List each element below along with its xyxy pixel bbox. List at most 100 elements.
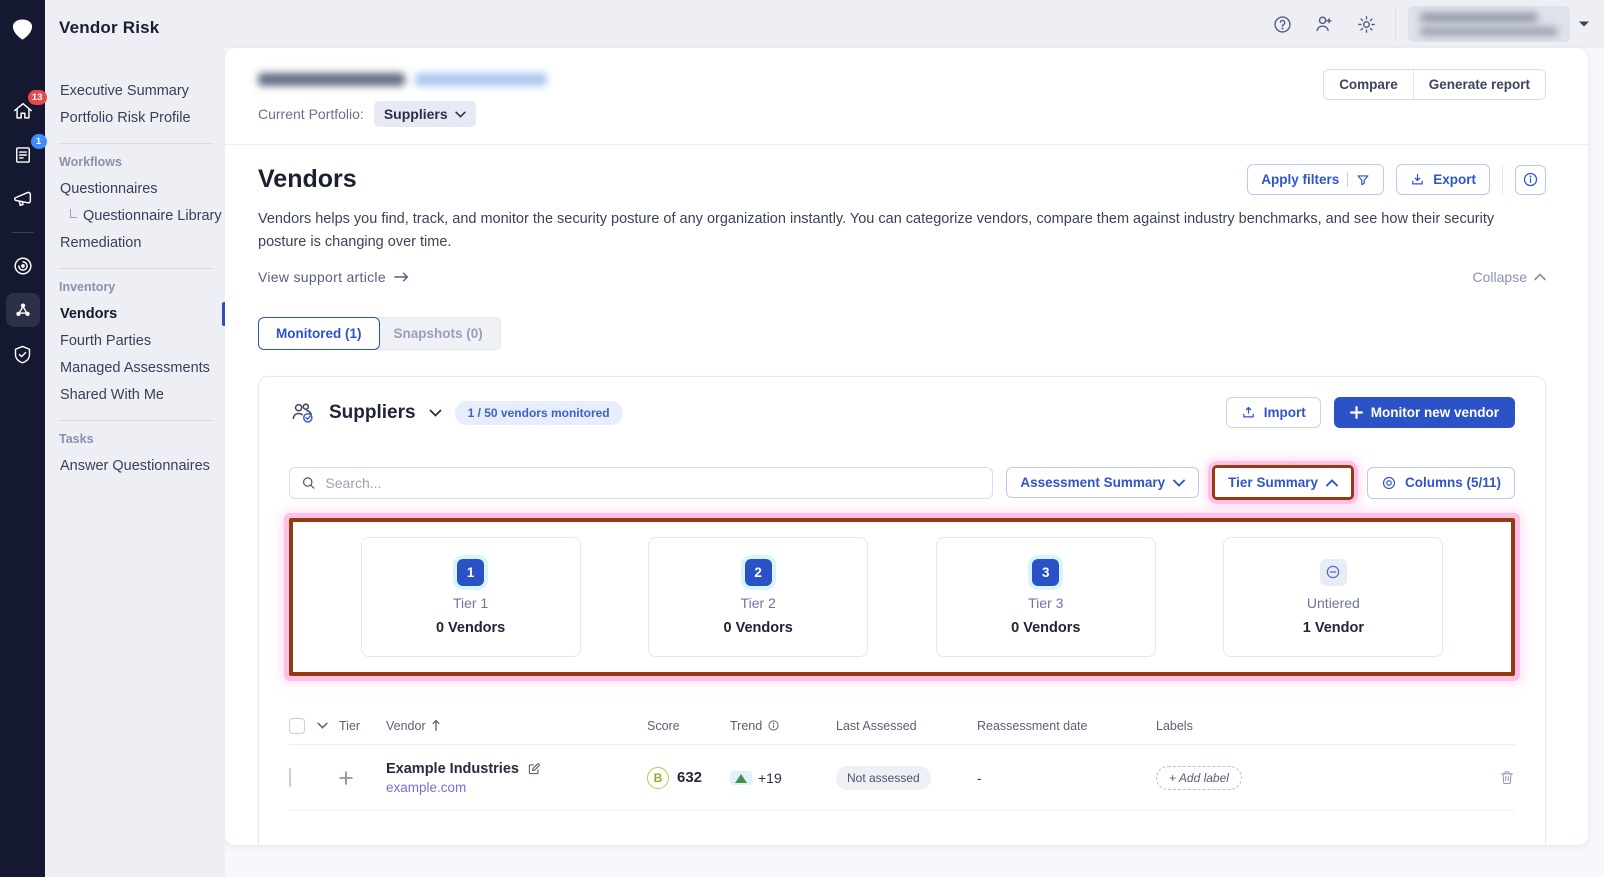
sidebar-heading-workflows: Workflows — [59, 155, 213, 169]
tier-summary-region: 1 Tier 1 0 Vendors 2 Tier 2 0 Vendors 3 … — [289, 518, 1515, 676]
account-menu[interactable] — [1408, 6, 1570, 42]
info-icon[interactable] — [1515, 165, 1546, 195]
score-value: 632 — [677, 769, 702, 786]
untiered-card[interactable]: Untiered 1 Vendor — [1223, 537, 1443, 657]
org-name-redacted — [258, 73, 405, 86]
column-header-vendor[interactable]: Vendor — [386, 719, 647, 733]
tier-2-badge: 2 — [745, 559, 772, 586]
help-icon[interactable] — [1267, 9, 1297, 39]
settings-gear-icon[interactable] — [1351, 9, 1381, 39]
chevron-down-icon — [455, 111, 466, 118]
monitor-new-vendor-button[interactable]: Monitor new vendor — [1334, 397, 1515, 428]
tab-monitored[interactable]: Monitored (1) — [258, 317, 380, 350]
sidebar-item-portfolio-risk-profile[interactable]: Portfolio Risk Profile — [59, 105, 213, 132]
import-button[interactable]: Import — [1226, 397, 1321, 428]
sidebar-item-questionnaire-library[interactable]: Questionnaire Library — [59, 203, 213, 230]
column-header-score[interactable]: Score — [647, 719, 730, 733]
sidebar-item-executive-summary[interactable]: Executive Summary — [59, 78, 213, 105]
untiered-label: Untiered — [1307, 595, 1360, 611]
home-badge: 13 — [28, 90, 47, 105]
trend-up-icon — [730, 771, 752, 785]
tier-summary-toggle[interactable]: Tier Summary — [1215, 468, 1351, 497]
tier-2-count: 0 Vendors — [724, 620, 793, 636]
vendor-name[interactable]: Example Industries — [386, 761, 519, 777]
chevron-down-icon[interactable] — [429, 409, 442, 417]
column-header-labels[interactable]: Labels — [1156, 719, 1475, 733]
column-header-tier[interactable]: Tier — [339, 719, 386, 733]
invite-user-icon[interactable] — [1309, 9, 1339, 39]
columns-button[interactable]: Columns (5/11) — [1367, 467, 1515, 499]
sidebar-divider — [59, 268, 213, 269]
search-icon — [301, 475, 316, 491]
add-tier-icon[interactable] — [339, 771, 386, 785]
tab-snapshots[interactable]: Snapshots (0) — [376, 317, 501, 350]
column-header-trend[interactable]: Trend — [730, 719, 836, 733]
search-input-container — [289, 467, 993, 499]
news-megaphone-icon[interactable] — [6, 182, 40, 216]
apply-filters-button[interactable]: Apply filters — [1247, 164, 1384, 195]
sidebar-item-vendors[interactable]: Vendors — [59, 301, 213, 328]
org-domain-link-redacted[interactable] — [415, 73, 547, 86]
vendor-risk-icon[interactable] — [6, 293, 40, 327]
expand-all-chevron-icon[interactable] — [317, 722, 339, 729]
account-caret-down-icon[interactable] — [1578, 15, 1590, 33]
sidebar-item-shared-with-me[interactable]: Shared With Me — [59, 382, 213, 409]
row-checkbox[interactable] — [289, 768, 291, 787]
delete-vendor-icon[interactable] — [1475, 769, 1515, 786]
account-name-redacted — [1420, 13, 1538, 22]
vendors-table: Tier Vendor Score Trend Last Assessed Re… — [289, 707, 1515, 811]
tier-3-label: Tier 3 — [1028, 595, 1063, 611]
assessment-summary-toggle[interactable]: Assessment Summary — [1006, 467, 1199, 498]
trend-value: +19 — [758, 770, 782, 786]
tier-1-card[interactable]: 1 Tier 1 0 Vendors — [361, 537, 581, 657]
tier-3-count: 0 Vendors — [1011, 620, 1080, 636]
download-icon — [1410, 172, 1425, 187]
upguard-logo-icon[interactable] — [11, 18, 34, 46]
topbar — [225, 0, 1604, 48]
column-header-reassessment-date[interactable]: Reassessment date — [977, 719, 1156, 733]
breach-risk-icon[interactable] — [6, 337, 40, 371]
export-button[interactable]: Export — [1396, 164, 1490, 195]
sidebar-divider — [59, 143, 213, 144]
columns-icon — [1381, 475, 1397, 491]
rail-divider — [12, 232, 34, 233]
home-icon[interactable]: 13 — [6, 94, 40, 128]
column-header-last-assessed[interactable]: Last Assessed — [836, 719, 977, 733]
page-description: Vendors helps you find, track, and monit… — [258, 208, 1543, 254]
filter-funnel-icon — [1356, 173, 1370, 187]
collapse-toggle[interactable]: Collapse — [1473, 269, 1546, 285]
annotation-highlight-box: Tier Summary — [1212, 465, 1354, 500]
sidebar-item-managed-assessments[interactable]: Managed Assessments — [59, 355, 213, 382]
plus-icon — [1350, 406, 1363, 419]
portfolio-people-icon — [289, 399, 316, 426]
search-input[interactable] — [325, 475, 981, 491]
info-icon — [767, 719, 780, 732]
page-title: Vendors — [258, 165, 357, 194]
tier-2-card[interactable]: 2 Tier 2 0 Vendors — [648, 537, 868, 657]
vendor-domain-link[interactable]: example.com — [386, 780, 647, 795]
compare-button[interactable]: Compare — [1324, 70, 1413, 99]
sidebar-item-fourth-parties[interactable]: Fourth Parties — [59, 328, 213, 355]
assessments-badge: 1 — [31, 134, 47, 149]
support-article-link[interactable]: View support article — [258, 269, 409, 285]
button-divider — [1347, 172, 1348, 187]
add-label-button[interactable]: + Add label — [1156, 766, 1242, 790]
sidebar-item-questionnaires[interactable]: Questionnaires — [59, 176, 213, 203]
tier-1-badge: 1 — [457, 559, 484, 586]
trust-exchange-icon[interactable] — [6, 249, 40, 283]
table-row: Example Industries example.com B 632 +19… — [289, 745, 1515, 811]
portfolio-select[interactable]: Suppliers — [374, 101, 476, 127]
current-portfolio-label: Current Portfolio: — [258, 106, 364, 122]
sidebar-item-remediation[interactable]: Remediation — [59, 230, 213, 257]
sidebar-heading-inventory: Inventory — [59, 280, 213, 294]
arrow-right-icon — [394, 271, 409, 283]
vendors-panel: Suppliers 1 / 50 vendors monitored Impor… — [258, 376, 1546, 845]
edit-icon[interactable] — [527, 762, 541, 776]
generate-report-button[interactable]: Generate report — [1413, 70, 1545, 99]
select-all-checkbox[interactable] — [289, 718, 305, 734]
sidebar-heading-tasks: Tasks — [59, 432, 213, 446]
sidebar-item-answer-questionnaires[interactable]: Answer Questionnaires — [59, 453, 213, 480]
tier-3-card[interactable]: 3 Tier 3 0 Vendors — [936, 537, 1156, 657]
sort-ascending-icon — [431, 719, 441, 732]
assessments-icon[interactable]: 1 — [6, 138, 40, 172]
